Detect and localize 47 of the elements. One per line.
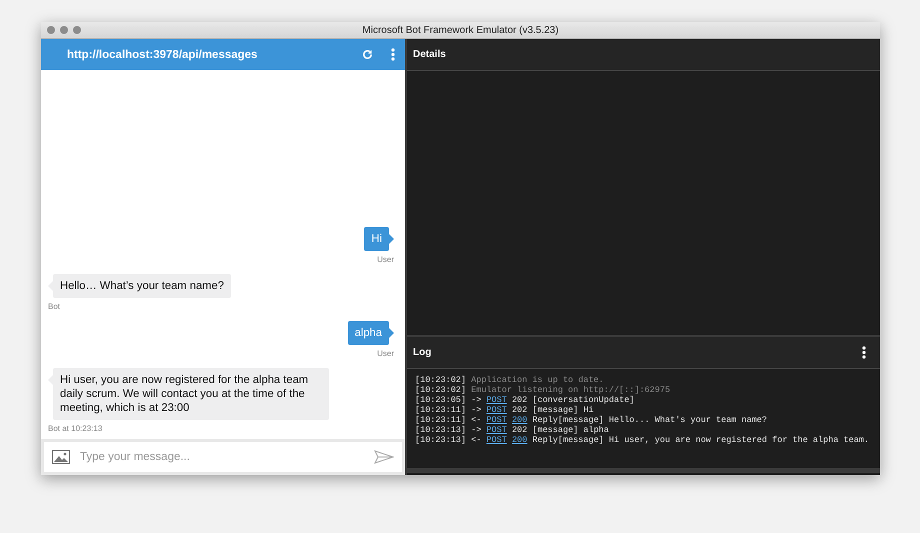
log-time: [10:23:13]	[415, 425, 466, 435]
message-field[interactable]: Type your message...	[44, 442, 402, 472]
log-message: [conversationUpdate]	[532, 395, 634, 405]
log-status: 202	[512, 425, 528, 435]
method-link[interactable]: POST	[486, 435, 507, 445]
log-time: [10:23:05]	[415, 395, 466, 405]
log-time: [10:23:11]	[415, 405, 466, 415]
method-link[interactable]: POST	[486, 395, 507, 405]
refresh-icon[interactable]	[362, 49, 373, 60]
log-direction: ->	[471, 425, 482, 435]
log-message: [message] alpha	[532, 425, 609, 435]
log-title: Log	[413, 347, 432, 358]
send-icon[interactable]	[374, 450, 394, 464]
scrollbar[interactable]	[407, 468, 880, 473]
log-message: Emulator listening on http://[::]:62975	[471, 385, 670, 395]
bot-message: Hello… What’s your team name?	[48, 274, 231, 298]
log-status: 202	[512, 395, 528, 405]
method-link[interactable]: POST	[486, 415, 507, 425]
method-link[interactable]: POST	[486, 405, 507, 415]
log-message: Reply[message] Hello... What's your team name?	[532, 415, 768, 425]
more-icon[interactable]	[862, 346, 866, 359]
message-caption: User	[377, 349, 394, 358]
bot-message: Hi user, you are now registered for the alpha team daily scrum. We will contact you at the time of the meeting, which is at 23:00	[48, 368, 329, 420]
log-direction: <-	[471, 415, 482, 425]
status-link[interactable]: 200	[512, 415, 528, 425]
message-caption: User	[377, 255, 394, 264]
log-direction: ->	[471, 395, 482, 405]
log-time: [10:23:02]	[415, 375, 466, 385]
log-time: [10:23:11]	[415, 415, 466, 425]
details-title: Details	[413, 49, 446, 60]
user-message: Hi	[364, 227, 394, 251]
image-icon[interactable]	[52, 450, 70, 464]
message-caption: Bot at 10:23:13	[48, 424, 102, 433]
status-link[interactable]: 200	[512, 435, 528, 445]
method-link[interactable]: POST	[486, 425, 507, 435]
window-title: Microsoft Bot Framework Emulator (v3.5.23)	[361, 24, 560, 36]
log-status: 202	[512, 405, 528, 415]
log-message: [message] Hi	[532, 405, 594, 415]
log-direction: ->	[471, 405, 482, 415]
log-time: [10:23:13]	[415, 435, 466, 445]
message-caption: Bot	[48, 302, 60, 311]
log-message: Reply[message] Hi user, you are now registered for the alpha team.	[532, 435, 870, 445]
log-message: Application is up to date.	[471, 375, 604, 385]
user-message: alpha	[348, 321, 394, 345]
log-time: [10:23:02]	[415, 385, 466, 395]
log-direction: <-	[471, 435, 482, 445]
endpoint-address: http://localhost:3978/api/messages	[67, 48, 258, 60]
